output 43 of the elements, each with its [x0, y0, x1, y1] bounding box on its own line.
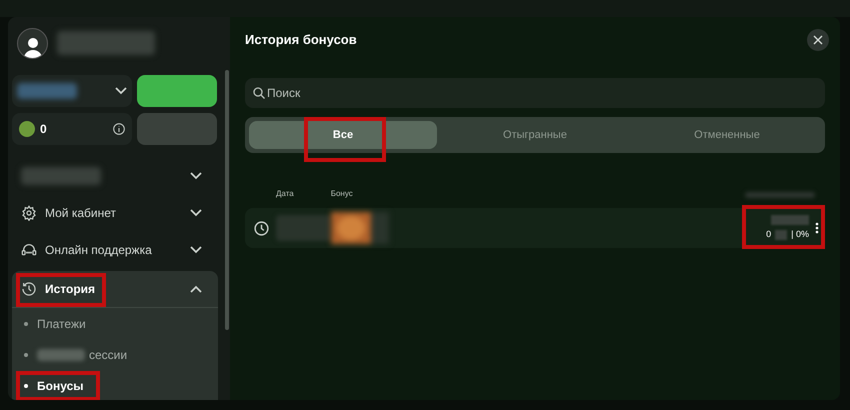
info-icon: [113, 123, 125, 135]
search-field[interactable]: Поиск: [245, 78, 825, 108]
currency-select[interactable]: [12, 75, 132, 107]
close-icon: [813, 35, 823, 45]
redacted-date: [276, 215, 331, 241]
redacted-column-header: [745, 192, 815, 198]
submenu-item[interactable]: Бонусы: [37, 376, 84, 394]
balance-value: 0: [40, 121, 48, 138]
chevron-down-icon: [115, 87, 127, 95]
amount-value: 0: [766, 228, 772, 241]
search-icon: [253, 87, 265, 99]
filter-tab[interactable]: Отыгранные: [441, 121, 629, 149]
menu-item-label[interactable]: Онлайн поддержка: [45, 240, 182, 258]
history-icon: [21, 281, 37, 297]
bonus-row[interactable]: 0 | 0%: [245, 208, 825, 248]
menu-item-label[interactable]: История: [45, 280, 182, 298]
chevron-down-icon: [190, 208, 202, 216]
close-button[interactable]: [807, 29, 829, 51]
chevron-down-icon: [190, 246, 202, 254]
column-header: Дата: [276, 188, 294, 200]
headset-icon: [21, 242, 37, 258]
clock-icon: [254, 220, 269, 236]
submenu-item[interactable]: Платежи: [37, 314, 86, 332]
column-header: Бонус: [330, 188, 353, 200]
redacted-value: [775, 230, 788, 240]
gear-icon: [21, 204, 37, 220]
avatar[interactable]: [17, 28, 48, 58]
bullet-icon: [24, 352, 28, 356]
wager-percent: | 0%: [791, 228, 809, 241]
chevron-down-icon: [190, 172, 202, 180]
menu-item-label[interactable]: Мой кабинет: [45, 204, 182, 222]
more-icon[interactable]: [815, 222, 819, 234]
deposit-button[interactable]: [137, 75, 217, 107]
panel-title: История бонусов: [245, 31, 357, 50]
redacted-amount: [771, 214, 809, 225]
submenu-item[interactable]: сессии: [89, 346, 128, 364]
bullet-icon: [24, 322, 28, 326]
filter-tab[interactable]: Все: [249, 121, 437, 149]
chevron-up-icon: [190, 285, 202, 293]
coin-icon: [19, 121, 35, 137]
scrollbar[interactable]: [225, 70, 229, 330]
bullet-icon: [24, 384, 28, 388]
filter-tab[interactable]: Отмененные: [633, 121, 821, 149]
